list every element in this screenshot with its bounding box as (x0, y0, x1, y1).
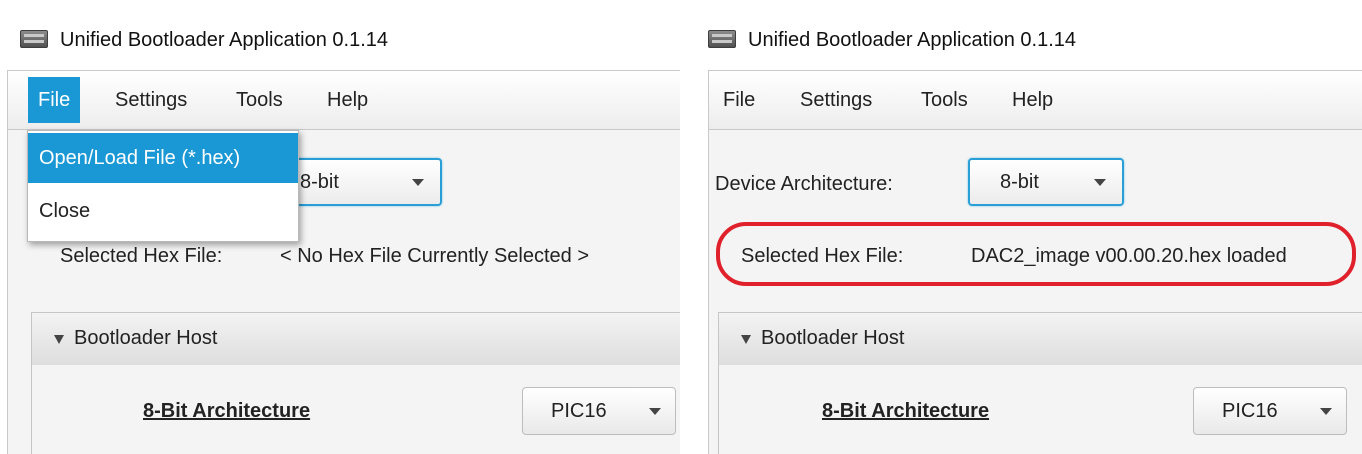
menu-settings[interactable]: Settings (790, 77, 882, 123)
app-icon (20, 30, 48, 48)
title-bar: Unified Bootloader Application 0.1.14 (0, 0, 680, 68)
title-bar: Unified Bootloader Application 0.1.14 (690, 0, 1362, 68)
architecture-select-value: 8-bit (300, 171, 339, 193)
app-icon (708, 30, 736, 48)
menu-tools[interactable]: Tools (226, 77, 293, 123)
menu-file[interactable]: File (713, 77, 765, 123)
device-family-value: PIC16 (1222, 400, 1278, 422)
section-title: Bootloader Host (761, 327, 905, 349)
device-family-value: PIC16 (551, 400, 607, 422)
architecture-label: Device Architecture: (715, 173, 893, 195)
collapse-triangle-icon (54, 335, 64, 344)
device-family-select[interactable]: PIC16 (1193, 387, 1347, 435)
window-title: Unified Bootloader Application 0.1.14 (60, 29, 389, 51)
menu-file[interactable]: File (28, 77, 81, 123)
menu-item-close[interactable]: Close (28, 186, 298, 236)
architecture-select-value: 8-bit (1000, 171, 1039, 193)
bootloader-host-body: 8-Bit Architecture PIC16 (718, 365, 1362, 454)
menu-settings[interactable]: Settings (105, 77, 197, 123)
collapse-triangle-icon (741, 335, 751, 344)
chevron-down-icon (1320, 408, 1332, 415)
window-title: Unified Bootloader Application 0.1.14 (748, 29, 1077, 51)
menu-item-open-load[interactable]: Open/Load File (*.hex) (28, 133, 298, 183)
architecture-select[interactable]: 8-bit (968, 158, 1124, 206)
app-body: File Settings Tools Help 8-bit Selected … (7, 70, 680, 454)
chevron-down-icon (649, 408, 661, 415)
arch-title: 8-Bit Architecture (143, 400, 311, 422)
bootloader-host-body: 8-Bit Architecture PIC16 (31, 365, 680, 454)
bootloader-host-header[interactable]: Bootloader Host (718, 312, 1362, 366)
hex-file-value: < No Hex File Currently Selected > (280, 245, 590, 267)
menu-bar: File Settings Tools Help (709, 71, 1362, 130)
app-body: File Settings Tools Help Device Architec… (708, 70, 1362, 454)
menu-tools[interactable]: Tools (911, 77, 978, 123)
right-window: Unified Bootloader Application 0.1.14 Fi… (690, 0, 1362, 454)
menu-help[interactable]: Help (1002, 77, 1063, 123)
chevron-down-icon (412, 179, 424, 186)
chevron-down-icon (1094, 179, 1106, 186)
bootloader-host-header[interactable]: Bootloader Host (31, 312, 680, 366)
hex-file-value: DAC2_image v00.00.20.hex loaded (971, 245, 1287, 267)
section-title: Bootloader Host (74, 327, 218, 349)
arch-title: 8-Bit Architecture (822, 400, 990, 422)
hex-file-label: Selected Hex File: (60, 245, 223, 267)
device-family-select[interactable]: PIC16 (522, 387, 676, 435)
architecture-select[interactable]: 8-bit (276, 158, 442, 206)
menu-help[interactable]: Help (317, 77, 378, 123)
menu-bar: File Settings Tools Help (8, 71, 680, 130)
file-dropdown-menu: Open/Load File (*.hex) Close (27, 130, 299, 242)
left-window: Unified Bootloader Application 0.1.14 Fi… (0, 0, 680, 454)
hex-file-label: Selected Hex File: (741, 245, 904, 267)
